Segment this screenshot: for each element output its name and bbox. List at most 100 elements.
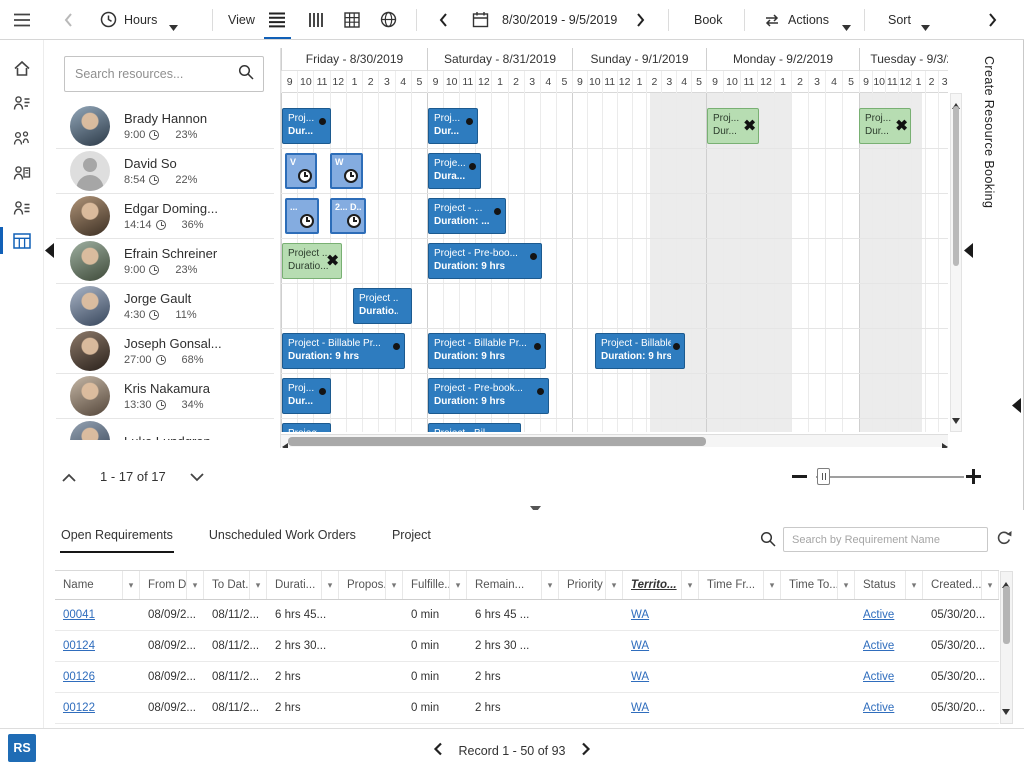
booking-block[interactable]: Proje...Dura... (428, 153, 481, 189)
table-row[interactable]: 0004108/09/2...08/11/2...6 hrs 45...0 mi… (55, 600, 999, 631)
booking-block[interactable]: W (330, 153, 363, 189)
column-header-remain[interactable]: Remain...▾ (467, 571, 559, 599)
zoom-slider-track[interactable] (816, 476, 964, 478)
booking-block[interactable]: Proj...Dur... (282, 108, 331, 144)
booking-block[interactable]: Proj...Dur... (428, 108, 478, 144)
column-header-priority[interactable]: Priority▾ (559, 571, 623, 599)
column-header-durati[interactable]: Durati...▾ (267, 571, 339, 599)
cell-link[interactable]: Active (863, 671, 894, 683)
column-filter-caret-icon[interactable]: ▾ (837, 571, 854, 599)
cell-link[interactable]: WA (631, 609, 649, 621)
resource-row[interactable]: Brady Hannon9:0023% (56, 104, 274, 149)
list-view-icon[interactable] (268, 12, 286, 33)
booking-block[interactable]: Project ...Duratio...✖ (282, 243, 342, 279)
expand-side-panel-icon[interactable] (1012, 398, 1021, 418)
requirement-search-input[interactable] (783, 527, 988, 552)
schedule-board-icon[interactable] (13, 232, 31, 254)
tab-unscheduled-work-orders[interactable]: Unscheduled Work Orders (208, 518, 357, 553)
column-header-fulfille[interactable]: Fulfille...▾ (403, 571, 467, 599)
resource-row[interactable]: David So8:5422% (56, 149, 274, 194)
column-header-status[interactable]: Status▾ (855, 571, 923, 599)
column-filter-caret-icon[interactable]: ▾ (541, 571, 558, 599)
grid-vertical-scrollbar[interactable] (950, 93, 962, 432)
column-filter-caret-icon[interactable]: ▾ (321, 571, 338, 599)
hamburger-menu-icon[interactable] (13, 12, 31, 33)
table-row[interactable]: 0012608/09/2...08/11/2...2 hrs0 min2 hrs… (55, 662, 999, 693)
column-header-territo[interactable]: Territo...▾ (623, 571, 699, 599)
booking-block[interactable]: Project - Billable Pr...Duration: 9 hrs (428, 333, 546, 369)
column-filter-caret-icon[interactable]: ▾ (763, 571, 780, 599)
resource-groups-icon[interactable] (13, 130, 31, 151)
cell-link[interactable]: WA (631, 702, 649, 714)
column-filter-caret-icon[interactable]: ▾ (605, 571, 622, 599)
booking-block[interactable]: Proj...Dur... (282, 378, 331, 414)
hours-scale-clock-icon[interactable] (100, 11, 117, 33)
collapse-resource-panel-icon[interactable] (45, 243, 54, 263)
table-row[interactable]: 0012208/09/2...08/11/2...2 hrs0 min2 hrs… (55, 693, 999, 724)
resources-icon[interactable] (13, 95, 31, 116)
booking-block[interactable]: Project - Bil... (428, 423, 521, 432)
booking-block[interactable]: Project... (282, 423, 331, 432)
column-filter-caret-icon[interactable]: ▾ (905, 571, 922, 599)
pager-down-icon[interactable] (190, 466, 204, 487)
search-icon[interactable] (238, 64, 254, 85)
create-resource-booking-tab[interactable]: Create Resource Booking (982, 56, 996, 288)
next-range-icon[interactable] (636, 12, 646, 33)
scrollbar-down-icon[interactable] (952, 411, 960, 429)
cell-link[interactable]: Active (863, 640, 894, 652)
booking-block[interactable]: Project - Billable Pr...Duration: 9 hrs (282, 333, 405, 369)
resource-search-input[interactable] (65, 67, 238, 81)
book-button[interactable]: Book (694, 13, 723, 27)
column-filter-caret-icon[interactable]: ▾ (385, 571, 402, 599)
user-initials-badge[interactable]: RS (8, 734, 36, 762)
cell-link[interactable]: 00041 (63, 609, 95, 621)
map-view-icon[interactable] (380, 11, 397, 33)
resource-row[interactable]: Efrain Schreiner9:0023% (56, 239, 274, 284)
cell-link[interactable]: Active (863, 702, 894, 714)
date-range[interactable]: 8/30/2019 - 9/5/2019 (502, 13, 617, 27)
actions-caret-icon[interactable] (842, 18, 851, 36)
column-filter-caret-icon[interactable]: ▾ (122, 571, 139, 599)
actions-dropdown[interactable]: Actions (788, 13, 829, 27)
resource-row[interactable]: Jorge Gault4:3011% (56, 284, 274, 329)
column-header-propos[interactable]: Propos...▾ (339, 571, 403, 599)
zoom-out-icon[interactable] (792, 475, 807, 478)
collapse-grid-panel-icon[interactable] (964, 243, 973, 263)
column-filter-caret-icon[interactable]: ▾ (981, 571, 998, 599)
tab-project[interactable]: Project (391, 518, 432, 553)
column-header-todat[interactable]: To Dat...▾ (204, 571, 267, 599)
booking-block[interactable]: Project ...Duratio... (353, 288, 412, 324)
column-filter-caret-icon[interactable]: ▾ (186, 571, 203, 599)
column-filter-caret-icon[interactable]: ▾ (449, 571, 466, 599)
booking-block[interactable]: Project - Pre-boo...Duration: 9 hrs (428, 243, 542, 279)
table-view-icon[interactable] (344, 12, 360, 33)
previous-page-icon[interactable] (433, 741, 442, 761)
tab-open-requirements[interactable]: Open Requirements (60, 518, 174, 553)
scrollbar-thumb[interactable] (1003, 586, 1010, 644)
resource-row[interactable]: Kris Nakamura13:3034% (56, 374, 274, 419)
resource-row[interactable]: Edgar Doming...14:1436% (56, 194, 274, 239)
table-row[interactable]: 0012408/09/2...08/11/2...2 hrs 30...0 mi… (55, 631, 999, 662)
column-header-timeto[interactable]: Time To...▾ (781, 571, 855, 599)
schedule-grid-body[interactable]: Proj...Dur...Proj...Dur...Proj...Dur...✖… (281, 93, 948, 432)
cell-link[interactable]: Active (863, 609, 894, 621)
cell-link[interactable]: WA (631, 671, 649, 683)
resource-row[interactable]: Joseph Gonsal...27:0068% (56, 329, 274, 374)
resource-row[interactable]: Luke Lundgren (56, 419, 274, 440)
booking-block[interactable]: Project - Billable Proje...Duration: 9 h… (595, 333, 685, 369)
column-header-fromd[interactable]: From D...▾ (140, 571, 204, 599)
sort-caret-icon[interactable] (921, 18, 930, 36)
previous-range-icon[interactable] (438, 12, 448, 33)
table-vertical-scrollbar[interactable] (1000, 571, 1013, 724)
booking-block[interactable]: 2... D... (330, 198, 366, 234)
cell-link[interactable]: WA (631, 640, 649, 652)
zoom-slider-thumb[interactable] (817, 468, 830, 485)
column-filter-caret-icon[interactable]: ▾ (681, 571, 698, 599)
requirements-icon[interactable] (13, 165, 31, 186)
toolbar-scroll-left-icon[interactable] (63, 12, 73, 33)
sort-dropdown[interactable]: Sort (888, 13, 911, 27)
booking-block[interactable]: Project - ...Duration: ... (428, 198, 506, 234)
booking-block[interactable]: V (285, 153, 317, 189)
column-header-name[interactable]: Name▾ (55, 571, 140, 599)
scrollbar-thumb[interactable] (288, 437, 706, 446)
